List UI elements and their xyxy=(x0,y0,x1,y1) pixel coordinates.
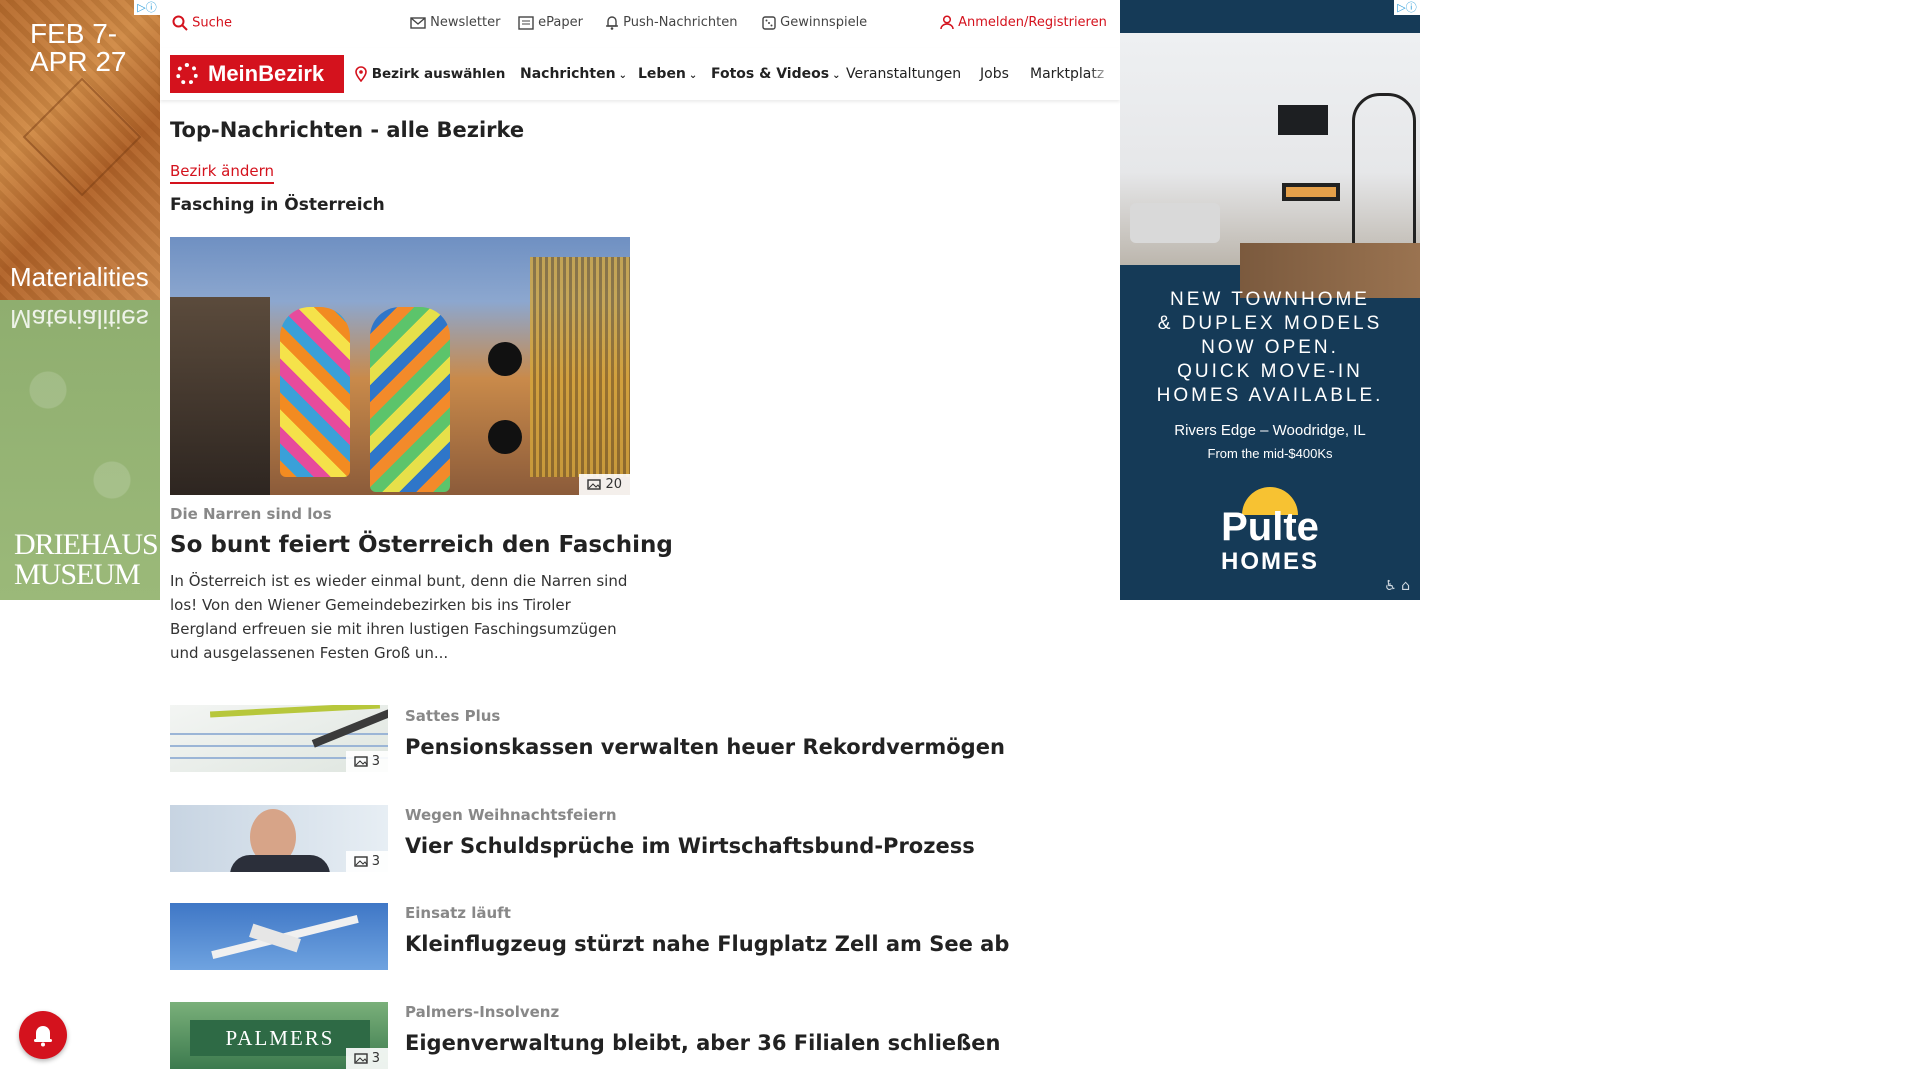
article-image[interactable]: 3 xyxy=(170,705,388,772)
nav-marktplatz[interactable]: Marktplatz xyxy=(1030,66,1114,82)
chevron-down-icon: ⌄ xyxy=(618,70,627,81)
right-display-ad[interactable]: NEW TOWNHOME & DUPLEX MODELS NOW OPEN. Q… xyxy=(1120,0,1420,600)
section-heading: Fasching in Österreich xyxy=(170,195,385,215)
login-link[interactable]: Anmelden/Registrieren xyxy=(940,15,1107,30)
nav-jobs[interactable]: Jobs xyxy=(980,66,1009,82)
chevron-down-icon: ⌄ xyxy=(832,70,841,81)
hero-image[interactable]: 20 xyxy=(170,237,630,495)
article-kicker: Palmers-Insolvenz xyxy=(405,1003,560,1021)
ad-location: Rivers Edge – Woodridge, IL xyxy=(1174,422,1366,439)
search-icon xyxy=(172,15,188,31)
article-image[interactable]: PALMERS 3 xyxy=(170,1002,388,1069)
equal-housing-icon: ♿ ⌂ xyxy=(1384,578,1410,594)
hero-title[interactable]: So bunt feiert Österreich den Fasching xyxy=(170,532,673,558)
main-nav: MeinBezirk Bezirk auswählen Nachrichten ⌄… xyxy=(160,48,1120,100)
nav-leben[interactable]: Leben ⌄ xyxy=(638,66,697,82)
notification-bell-button[interactable] xyxy=(19,1011,67,1059)
article-image[interactable] xyxy=(170,903,388,970)
site-logo[interactable]: MeinBezirk xyxy=(170,55,344,93)
push-notifications-link[interactable]: Push-Nachrichten xyxy=(605,15,737,30)
ad-logo-bottom: HOMES xyxy=(1220,548,1319,575)
article-kicker: Wegen Weihnachtsfeiern xyxy=(405,806,617,824)
chevron-down-icon: ⌄ xyxy=(688,70,698,81)
gallery-icon xyxy=(353,756,368,767)
article-title[interactable]: Pensionskassen verwalten heuer Rekordver… xyxy=(405,735,1005,759)
adchoices-icon[interactable]: ▷ⓘ xyxy=(1394,0,1420,15)
gallery-icon xyxy=(353,1053,368,1064)
article-kicker: Einsatz läuft xyxy=(405,904,511,922)
photo-count-badge: 3 xyxy=(345,751,388,772)
ad-brand-word: Materialities xyxy=(10,262,149,292)
location-pin-icon xyxy=(355,66,367,82)
photo-count-badge: 3 xyxy=(345,1048,388,1069)
adchoices-icon[interactable]: ▷ⓘ xyxy=(134,0,160,15)
photo-count-badge: 3 xyxy=(345,851,388,872)
palmers-sign: PALMERS xyxy=(190,1020,370,1056)
user-icon xyxy=(940,15,954,30)
bell-icon xyxy=(606,16,618,30)
main-column: Suche Newsletter ePaper Push-Nachrichten… xyxy=(160,0,1120,1080)
ad-date: FEB 7- APR 27 xyxy=(30,18,127,77)
logo-sun-icon xyxy=(176,63,198,85)
bezirk-select[interactable]: Bezirk auswählen xyxy=(355,66,505,82)
change-bezirk-link[interactable]: Bezirk ändern xyxy=(170,162,275,184)
ad-headline: NEW TOWNHOME & DUPLEX MODELS NOW OPEN. Q… xyxy=(1156,289,1384,406)
newsletter-link[interactable]: Newsletter xyxy=(410,15,500,30)
left-skyscraper-ad[interactable]: FEB 7- APR 27 Materialities Materialitie… xyxy=(0,0,160,600)
hero-kicker: Die Narren sind los xyxy=(170,505,332,523)
gewinnspiele-link[interactable]: Gewinnspiele xyxy=(762,15,867,30)
ad-brand-word-mirrored: Materialities xyxy=(10,304,149,334)
mail-icon xyxy=(410,16,426,29)
article-title[interactable]: Kleinflugzeug stürzt nahe Flugplatz Zell… xyxy=(405,932,1009,956)
page-title: Top-Nachrichten - alle Bezirke xyxy=(170,118,525,142)
epaper-link[interactable]: ePaper xyxy=(518,15,583,30)
ad-museum-name: DRIEHAUS MUSEUM xyxy=(14,528,159,591)
nav-veranstaltungen[interactable]: Veranstaltungen xyxy=(846,66,961,82)
article-image[interactable]: 3 xyxy=(170,805,388,872)
utility-bar: Suche Newsletter ePaper Push-Nachrichten… xyxy=(160,0,1120,46)
nav-nachrichten[interactable]: Nachrichten ⌄ xyxy=(520,66,627,82)
search-link[interactable]: Suche xyxy=(172,15,232,31)
ad-logo-top: Pulte xyxy=(1221,505,1319,549)
hero-teaser: In Österreich ist es wieder einmal bunt,… xyxy=(170,572,628,662)
nav-fotos-videos[interactable]: Fotos & Videos ⌄ xyxy=(711,66,840,82)
article-kicker: Sattes Plus xyxy=(405,707,501,725)
ad-price: From the mid-$400Ks xyxy=(1207,446,1333,461)
dice-icon xyxy=(762,15,776,30)
photo-count-badge: 20 xyxy=(579,474,630,495)
article-title[interactable]: Eigenverwaltung bleibt, aber 36 Filialen… xyxy=(405,1031,1000,1055)
newspaper-icon xyxy=(518,15,534,30)
article-title[interactable]: Vier Schuldsprüche im Wirtschaftsbund-Pr… xyxy=(405,834,975,858)
ad-interior-photo xyxy=(1120,33,1420,298)
gallery-icon xyxy=(353,856,368,867)
bell-icon xyxy=(34,1026,52,1047)
gallery-icon xyxy=(587,479,602,490)
